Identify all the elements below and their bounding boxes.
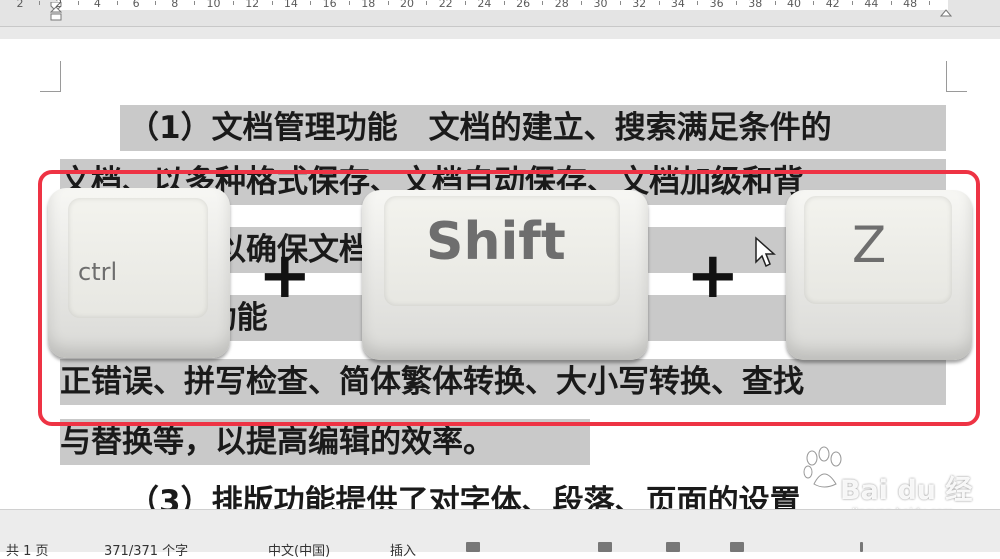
ruler-tick	[465, 1, 467, 5]
ruler-tick	[387, 1, 389, 5]
ruler-tick-label: 2	[55, 0, 63, 10]
ruler-tick-label: 40	[787, 0, 801, 10]
ruler-tick	[542, 1, 544, 5]
ruler-tick-label: 24	[477, 0, 492, 10]
ruler-tick	[735, 1, 737, 5]
ruler-tick-label: 28	[554, 0, 569, 10]
ruler-tick-label: 36	[709, 0, 724, 10]
ruler-tick	[232, 1, 234, 5]
horizontal-ruler[interactable]: 2 2 4 6 8 10 12 14 16 18 20 22 24 26 28 30 32 34 36 38 40 42 4…	[0, 0, 1000, 27]
ruler-tick-label: 26	[516, 0, 531, 10]
ruler-tick-label: 30	[593, 0, 608, 10]
ruler-tick-label: 14	[283, 0, 298, 10]
ruler-tick	[503, 1, 505, 5]
insert-mode-indicator[interactable]: 插入	[390, 540, 416, 559]
ruler-tick	[348, 1, 350, 5]
ruler-tick-label: 6	[132, 0, 140, 10]
ruler-tick	[581, 1, 583, 5]
document-line[interactable]: （1）文档管理功能 文档的建立、搜索满足条件的	[120, 105, 946, 151]
page-margin-corner-top-left	[40, 61, 61, 92]
page-count[interactable]: 共 1 页	[6, 540, 49, 559]
ctrl-key-label: ctrl	[78, 258, 118, 286]
ruler-tick	[774, 1, 776, 5]
ctrl-key: ctrl	[48, 188, 230, 358]
ruler-tick-label: 44	[864, 0, 879, 10]
page-margin-corner-top-right	[946, 61, 967, 92]
shift-key-label: Shift	[426, 212, 566, 272]
ruler-tick-label: 34	[670, 0, 685, 10]
plus-sign: +	[258, 239, 312, 313]
ruler-tick	[39, 1, 41, 5]
ruler-tick	[697, 1, 699, 5]
ruler-tick	[658, 1, 660, 5]
ruler-tick	[116, 1, 118, 5]
ruler-tick	[194, 1, 196, 5]
right-indent-marker-icon[interactable]	[940, 2, 952, 22]
ruler-tick-label: 20	[400, 0, 414, 10]
z-key: Z	[786, 190, 972, 360]
status-bar: 共 1 页 371/371 个字 中文(中国) 插入	[0, 509, 1000, 559]
ruler-tick	[426, 1, 428, 5]
ruler-tick	[619, 1, 621, 5]
ruler-tick-label: 4	[93, 0, 101, 10]
mouse-pointer-icon	[755, 236, 776, 268]
ruler-tick-label: 10	[206, 0, 221, 10]
ruler-tick	[929, 1, 931, 5]
ruler-tick-label: 8	[171, 0, 179, 10]
ruler-tick-label: 48	[903, 0, 918, 10]
language-indicator[interactable]: 中文(中国)	[268, 540, 330, 559]
ruler-tick-label: 32	[632, 0, 647, 10]
ruler-tick-label: 38	[748, 0, 763, 10]
ruler-tick	[155, 1, 157, 5]
ruler-tick-label: 16	[322, 0, 337, 10]
ruler-tick-label: 18	[361, 0, 376, 10]
ruler-tick	[271, 1, 273, 5]
ruler-tick-label: 22	[438, 0, 453, 10]
ruler-tick	[890, 1, 892, 5]
word-count[interactable]: 371/371 个字	[104, 540, 188, 559]
ruler-tick	[813, 1, 815, 5]
shift-key: Shift	[362, 190, 648, 360]
ruler-gap	[0, 27, 1000, 39]
ruler-tick	[310, 1, 312, 5]
ruler-tick	[852, 1, 854, 5]
ruler-tick-label: 2	[16, 0, 24, 10]
baidu-jingyan-watermark: Bai du 经验 jingyan.baidu.com	[800, 440, 990, 545]
ruler-tick	[78, 1, 80, 5]
ruler-tick-label: 42	[825, 0, 840, 10]
plus-sign: +	[686, 239, 740, 313]
ruler-tick-label: 12	[245, 0, 260, 10]
z-key-label: Z	[852, 216, 887, 274]
